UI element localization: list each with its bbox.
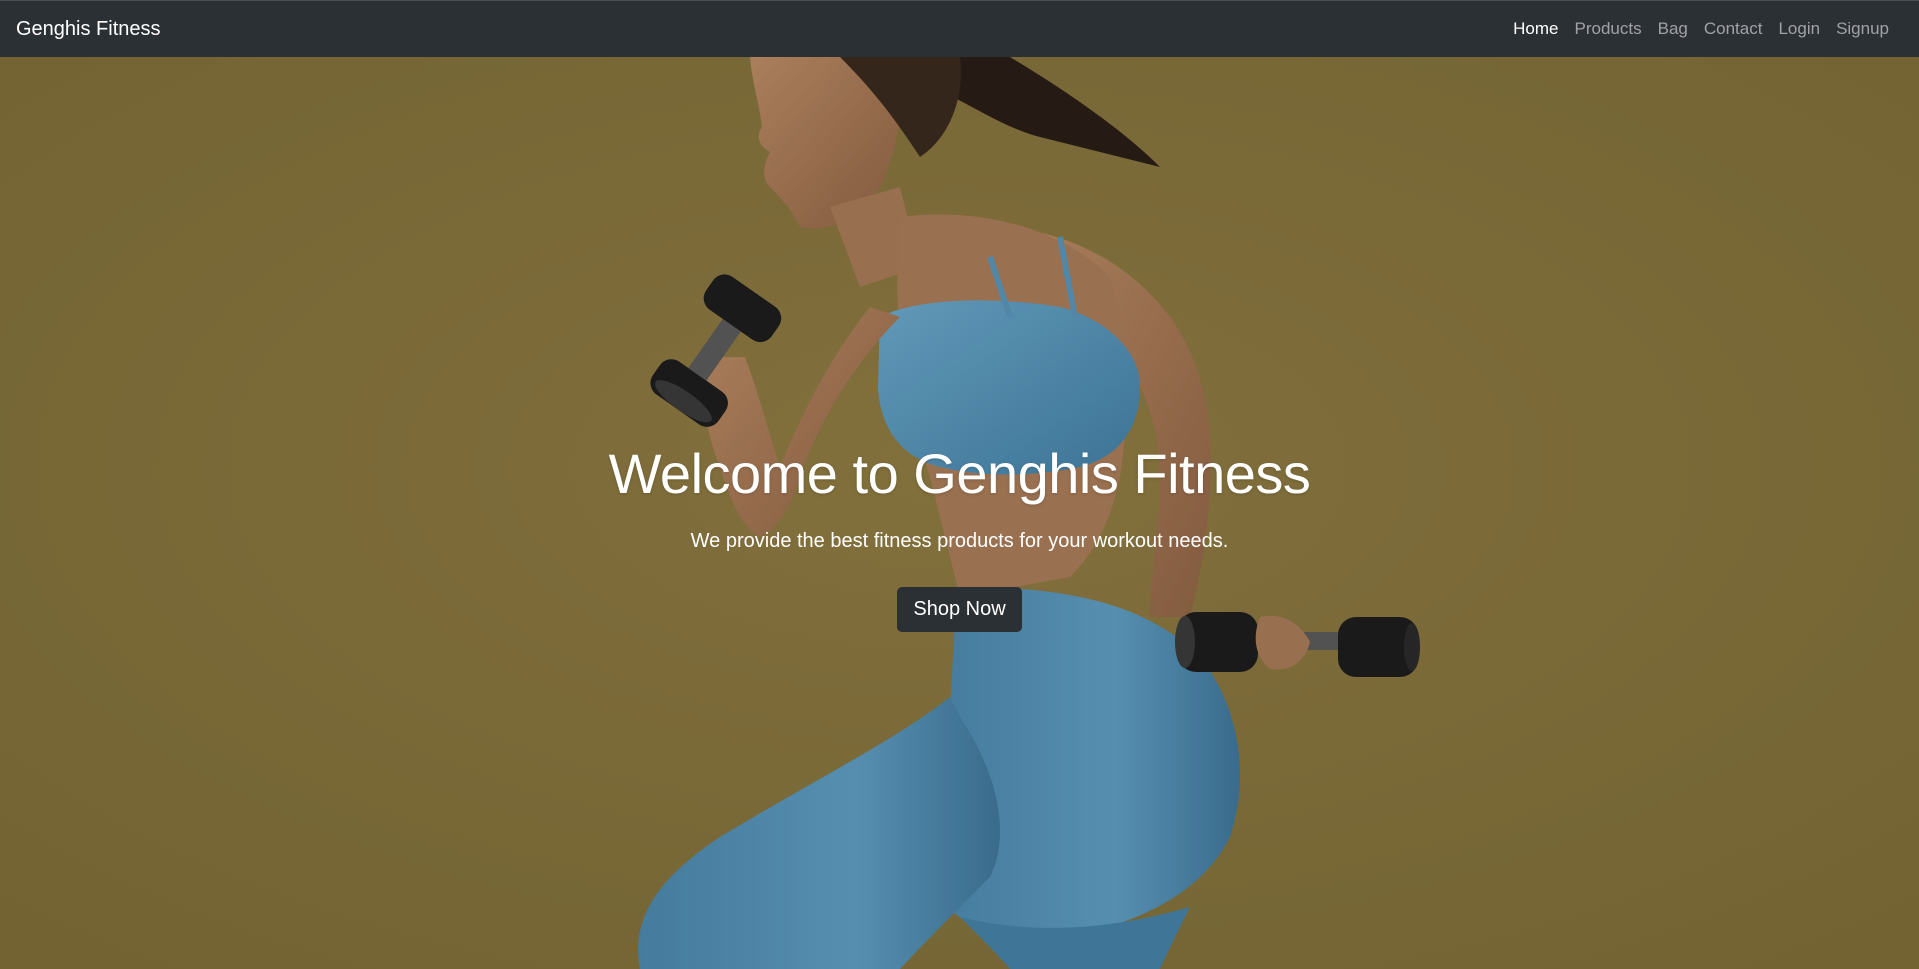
nav-link-bag[interactable]: Bag [1650, 19, 1696, 39]
nav-link-contact[interactable]: Contact [1696, 19, 1771, 39]
hero-title: Welcome to Genghis Fitness [608, 442, 1311, 505]
nav-link-products[interactable]: Products [1567, 19, 1650, 39]
nav-link-signup[interactable]: Signup [1828, 19, 1897, 39]
nav-links: Home Products Bag Contact Login Signup [1505, 19, 1897, 39]
navbar: Genghis Fitness Home Products Bag Contac… [0, 0, 1919, 57]
nav-link-login[interactable]: Login [1770, 19, 1828, 39]
hero-content: Welcome to Genghis Fitness We provide th… [0, 442, 1919, 633]
hero-subtitle: We provide the best fitness products for… [690, 530, 1229, 553]
hero-section: Welcome to Genghis Fitness We provide th… [0, 57, 1919, 969]
nav-link-home[interactable]: Home [1505, 19, 1566, 39]
brand-link[interactable]: Genghis Fitness [16, 18, 161, 41]
shop-now-button[interactable]: Shop Now [897, 587, 1022, 633]
